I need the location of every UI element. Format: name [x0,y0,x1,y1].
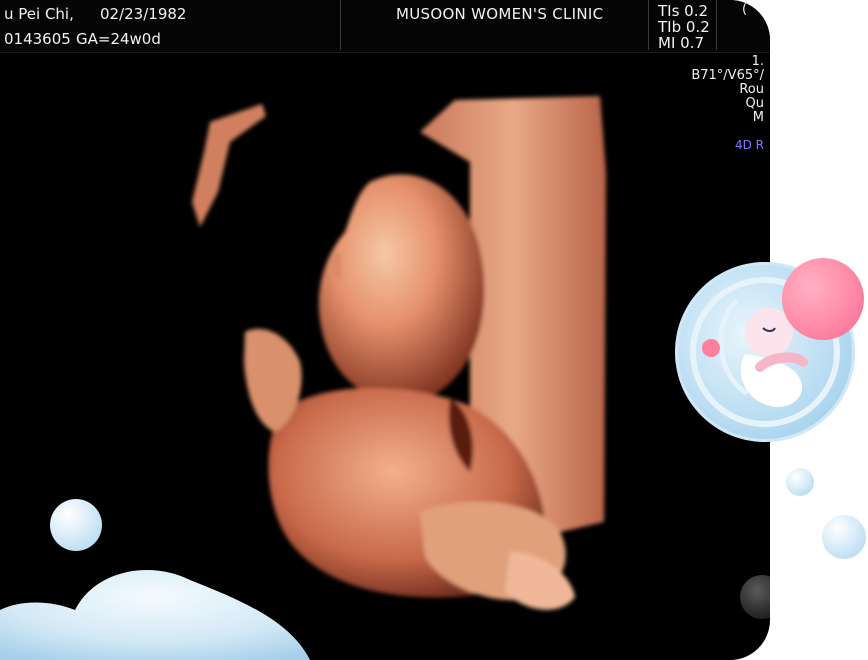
mechanical-index: MI 0.7 [658,34,704,52]
header-divider [716,0,717,50]
gestational-age: GA=24w0d [76,30,161,48]
bubble-decoration [822,515,866,559]
patient-id: 0143605 [4,30,71,48]
bubble-decoration [786,468,814,496]
pink-ball-decoration [782,258,864,340]
header-divider [648,0,649,50]
corner-mark: ( [742,2,748,17]
scan-header-bar: u Pei Chi, 02/23/1982 0143605 GA=24w0d M… [0,0,770,53]
clinic-name: MUSOON WOMEN'S CLINIC [396,5,604,23]
header-divider [340,0,341,50]
birth-date: 02/23/1982 [100,5,187,23]
bubble-decoration [50,499,102,551]
cloud-decoration [0,570,310,660]
patient-name: u Pei Chi, [4,5,74,23]
